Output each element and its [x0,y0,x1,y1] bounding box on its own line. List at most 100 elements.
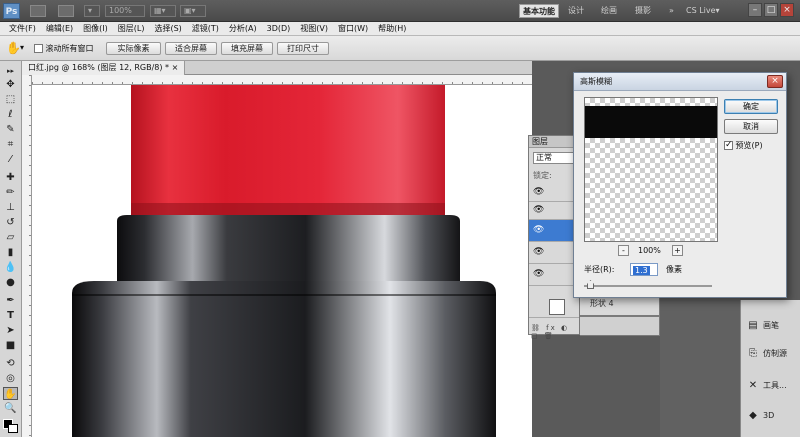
menu-file[interactable]: 文件(F) [4,22,41,35]
fill-screen-button[interactable]: 填充屏幕 [221,42,273,55]
path-selection-tool-icon[interactable]: ➤ [3,324,18,337]
blend-mode-select[interactable]: 正常 [533,152,575,164]
print-size-button[interactable]: 打印尺寸 [277,42,329,55]
visibility-eye-icon[interactable]: 👁 [533,247,544,257]
zoom-tool-icon[interactable]: 🔍 [3,402,18,415]
workspace-design[interactable]: 设计 [565,4,587,18]
clone-stamp-tool-icon[interactable]: ⊥ [3,201,18,214]
crop-tool-icon[interactable]: ⌗ [3,138,18,151]
preview-checkbox[interactable]: ✓ [724,140,733,150]
dialog-title-bar[interactable]: 高斯模糊 [574,73,786,91]
tools-collapse-icon[interactable]: ▸▸ [3,65,18,78]
color-swatches[interactable] [3,419,19,433]
eraser-tool-icon[interactable]: ▱ [3,231,18,244]
cancel-button[interactable]: 取消 [724,119,778,134]
maximize-button[interactable]: □ [764,3,778,17]
screen-mode-icon[interactable]: ▣▾ [180,5,206,17]
actual-pixels-button[interactable]: 实际像素 [106,42,161,55]
workspace-essentials[interactable]: 基本功能 [519,4,559,18]
cs-live-button[interactable]: CS Live▾ [683,4,723,18]
workspace-painting[interactable]: 绘画 [598,4,620,18]
scroll-all-windows-option[interactable]: 滚动所有窗口 [34,43,94,54]
move-tool-icon[interactable]: ✥ [3,78,18,91]
dock-item-3d[interactable]: ◆ 3D [743,404,798,428]
dock-item-clone-source[interactable]: ⎘ 仿制源 [743,342,798,366]
visibility-eye-icon[interactable]: 👁 [533,225,544,235]
lasso-tool-icon[interactable]: ℓ [3,108,18,121]
lipstick-collar [117,215,460,285]
tool-preset-arrow-icon[interactable]: ▾ [20,43,24,52]
lipstick-case [72,281,496,437]
3d-orbit-tool-icon[interactable]: ◎ [3,372,18,385]
radius-slider-thumb[interactable] [587,280,594,289]
scroll-all-windows-label: 滚动所有窗口 [45,44,94,53]
preview-option[interactable]: ✓ 预览(P) [724,140,763,151]
document-canvas[interactable] [32,85,532,437]
menu-image[interactable]: 图像(I) [78,22,113,35]
filter-preview[interactable] [584,97,718,242]
menu-edit[interactable]: 编辑(E) [41,22,78,35]
preview-zoom-controls: - 100% + [618,245,684,256]
menu-3d[interactable]: 3D(D) [262,22,296,35]
layer-row[interactable] [529,296,579,318]
visibility-eye-icon[interactable]: 👁 [533,205,544,215]
eyedropper-tool-icon[interactable]: ⁄ [3,153,18,166]
zoom-out-button[interactable]: - [618,245,629,256]
vertical-ruler[interactable] [22,75,32,437]
pen-tool-icon[interactable]: ✒ [3,294,18,307]
radius-input[interactable]: 1.3 [630,263,658,276]
hand-tool-icon[interactable]: ✋ [6,41,21,55]
dodge-tool-icon[interactable]: ● [3,276,18,289]
bridge-icon[interactable] [30,5,46,17]
healing-brush-tool-icon[interactable]: ✚ [3,171,18,184]
minimize-button[interactable]: – [748,3,762,17]
close-window-button[interactable]: × [780,3,794,17]
document-tab[interactable]: 口红.jpg @ 168% (图层 12, RGB/8) * × [22,61,186,75]
visibility-eye-icon[interactable]: 👁 [533,187,544,197]
menu-analysis[interactable]: 分析(A) [224,22,262,35]
radius-slider-track[interactable] [584,285,712,287]
workspace-more-icon[interactable]: » [666,4,680,18]
dialog-close-button[interactable]: × [767,75,783,88]
menu-filter[interactable]: 滤镜(T) [187,22,224,35]
radius-row: 半径(R): 1.3 像素 [584,263,774,277]
quick-select-tool-icon[interactable]: ✎ [3,123,18,136]
gaussian-blur-dialog: 高斯模糊 × 确定 取消 ✓ 预览(P) - 100% + 半径(R): 1.3… [573,72,787,298]
brush-tool-icon[interactable]: ✏ [3,186,18,199]
close-tab-icon[interactable]: × [172,63,179,72]
lipstick-artwork [72,85,496,437]
workspace-photography[interactable]: 摄影 [632,4,654,18]
dock-item-tools[interactable]: ✕ 工具... [743,374,798,398]
menu-help[interactable]: 帮助(H) [373,22,411,35]
menu-window[interactable]: 窗口(W) [333,22,373,35]
scroll-all-windows-checkbox[interactable] [34,44,43,53]
menu-view[interactable]: 视图(V) [295,22,333,35]
layers-footer-icons[interactable]: ⛓ fx ◐ ▢ 🗑 [531,324,577,340]
fit-screen-button[interactable]: 适合屏幕 [165,42,217,55]
hand-tool-icon-toolbar[interactable]: ✋ [3,387,18,400]
marquee-tool-icon[interactable]: ⬚ [3,93,18,106]
zoom-level-select[interactable]: 100% [105,5,145,17]
horizontal-ruler[interactable] [32,75,532,85]
layer-row[interactable]: 👁 [529,242,579,264]
ok-button[interactable]: 确定 [724,99,778,114]
zoom-in-button[interactable]: + [672,245,683,256]
type-tool-icon[interactable]: T [3,309,18,322]
layer-row[interactable]: 👁 [529,202,579,220]
gradient-tool-icon[interactable]: ▮ [3,246,18,259]
shape-tool-icon[interactable]: ■ [3,339,18,352]
3d-rotate-tool-icon[interactable]: ⟲ [3,357,18,370]
menu-layer[interactable]: 图层(L) [113,22,150,35]
extras-menu[interactable]: ▾ [84,5,100,17]
history-brush-tool-icon[interactable]: ↺ [3,216,18,229]
arrange-documents-icon[interactable]: ▦▾ [150,5,176,17]
blur-tool-icon[interactable]: 💧 [3,261,18,274]
layers-panel-tab[interactable]: 图层 [529,136,579,148]
layer-row[interactable]: 👁 [529,264,579,286]
menu-select[interactable]: 选择(S) [149,22,186,35]
visibility-eye-icon[interactable]: 👁 [533,269,544,279]
mini-bridge-icon[interactable] [58,5,74,17]
layer-row-selected[interactable]: 👁 [529,220,579,242]
layer-row[interactable]: 👁 [529,184,579,202]
dock-item-brush[interactable]: ▤ 画笔 [743,314,798,338]
